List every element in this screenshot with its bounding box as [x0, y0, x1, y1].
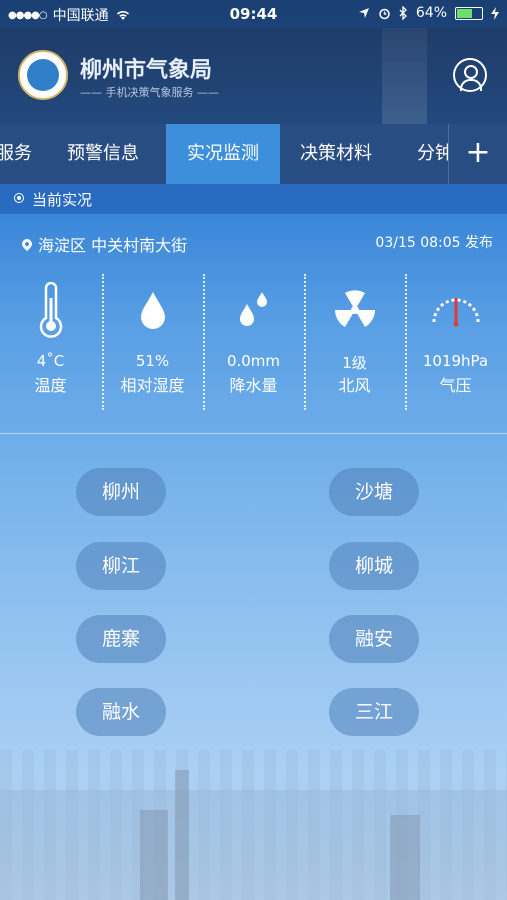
- app-header: 柳州市气象局 —— 手机决策气象服务 ——: [0, 28, 507, 124]
- tab-warnings[interactable]: 预警信息: [67, 124, 157, 184]
- divider-line: [0, 433, 507, 434]
- rain-drops-icon: [239, 292, 267, 326]
- metric-pressure: 1019hPa 气压: [405, 272, 506, 412]
- tab-decision-materials[interactable]: 决策材料: [300, 124, 390, 184]
- wind-value: 1级: [342, 354, 367, 372]
- humidity-value: 51%: [135, 352, 170, 370]
- section-title: 当前实况: [32, 191, 93, 209]
- bluetooth-icon: [399, 6, 407, 20]
- tab-services[interactable]: 服务: [0, 124, 40, 184]
- humidity-label: 相对湿度: [120, 376, 185, 395]
- skyline-building: [390, 815, 420, 900]
- precipitation-value: 0.0mm: [226, 352, 281, 370]
- location-pin-icon: [19, 236, 35, 252]
- app-screen: ●●●●○ 中国联通 09:44 64% 柳州市气象局 —— 手机决策气象服务 …: [0, 0, 507, 900]
- city-button-rongshui[interactable]: 融水: [76, 688, 166, 736]
- city-button-liuzhou[interactable]: 柳州: [76, 468, 166, 516]
- radio-icon: [14, 193, 24, 203]
- precipitation-label: 降水量: [229, 376, 278, 395]
- city-button-rongan[interactable]: 融安: [329, 615, 419, 663]
- tab-bar: 服务 预警信息 实况监测 决策材料 分钟 +: [0, 124, 507, 184]
- city-button-shatang[interactable]: 沙塘: [329, 468, 419, 516]
- city-skyline-background: [0, 750, 507, 900]
- publish-time: 03/15 08:05 发布: [375, 235, 493, 251]
- org-name: 柳州市气象局: [80, 58, 213, 83]
- status-bar: ●●●●○ 中国联通 09:44 64%: [0, 0, 507, 28]
- location-row: 海淀区 中关村南大街: [19, 232, 188, 256]
- pressure-label: 气压: [439, 376, 472, 395]
- droplet-icon: [140, 292, 165, 329]
- metric-humidity: 51% 相对湿度: [102, 272, 203, 412]
- charging-icon: [491, 6, 499, 20]
- skyline-building: [140, 810, 168, 900]
- pressure-value: 1019hPa: [422, 352, 489, 370]
- city-button-liucheng[interactable]: 柳城: [329, 542, 419, 590]
- metric-precipitation: 0.0mm 降水量: [203, 272, 304, 412]
- location-text: 海淀区 中关村南大街: [38, 236, 188, 255]
- user-profile-icon[interactable]: [453, 58, 487, 92]
- battery-percent: 64%: [415, 5, 447, 21]
- temperature-label: 温度: [34, 376, 67, 395]
- battery-icon: [455, 6, 483, 20]
- city-button-luzhai[interactable]: 鹿寨: [76, 615, 166, 663]
- location-arrow-icon: [358, 8, 369, 18]
- metric-wind: 1级 北风: [304, 272, 405, 412]
- current-conditions-bar: 当前实况: [0, 184, 507, 214]
- skyline-building: [175, 770, 189, 900]
- gauge-icon: [432, 298, 479, 327]
- alarm-icon: [379, 8, 390, 19]
- metrics-row: 4˚C 温度 51% 相对湿度 0.0mm 降水量 1级 北风 1019hPa …: [0, 272, 507, 412]
- city-button-liujiang[interactable]: 柳江: [76, 542, 166, 590]
- wind-label: 北风: [338, 376, 371, 395]
- city-button-sanjiang[interactable]: 三江: [329, 688, 419, 736]
- add-tab-button[interactable]: +: [448, 124, 507, 184]
- meteorological-bureau-logo: [18, 50, 68, 100]
- temperature-value: 4˚C: [36, 352, 65, 370]
- metric-temperature: 4˚C 温度: [0, 272, 101, 412]
- tab-live-monitoring[interactable]: 实况监测: [166, 124, 280, 184]
- header-background-building: [382, 28, 427, 124]
- fan-icon: [334, 290, 375, 327]
- thermometer-icon: [39, 282, 62, 338]
- org-subtitle: —— 手机决策气象服务 ——: [80, 86, 219, 99]
- status-right: 64%: [358, 5, 499, 21]
